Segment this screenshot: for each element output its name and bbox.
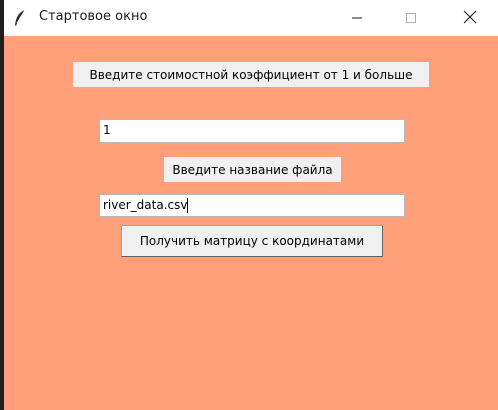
coefficient-input-value: 1 [103,123,111,137]
feather-icon [12,9,28,27]
get-matrix-button[interactable]: Получить матрицу с координатами [121,225,383,257]
maximize-button[interactable] [388,0,434,36]
window-title: Стартовое окно [39,9,148,24]
start-window: Стартовое окно Введите стоимостной коэфф… [4,0,498,410]
filename-input[interactable]: river_data.csv [99,194,405,217]
minimize-icon [351,9,363,28]
minimize-button[interactable] [334,0,380,36]
close-icon [463,9,477,28]
filename-input-value: river_data.csv [103,198,188,212]
filename-label: Введите название файла [164,157,341,182]
coefficient-input[interactable]: 1 [99,119,405,143]
coefficient-label: Введите стоимостной коэффициент от 1 и б… [73,62,429,87]
close-button[interactable] [447,0,493,36]
text-cursor [187,198,189,213]
title-bar[interactable]: Стартовое окно [4,0,498,36]
maximize-icon [405,9,417,28]
